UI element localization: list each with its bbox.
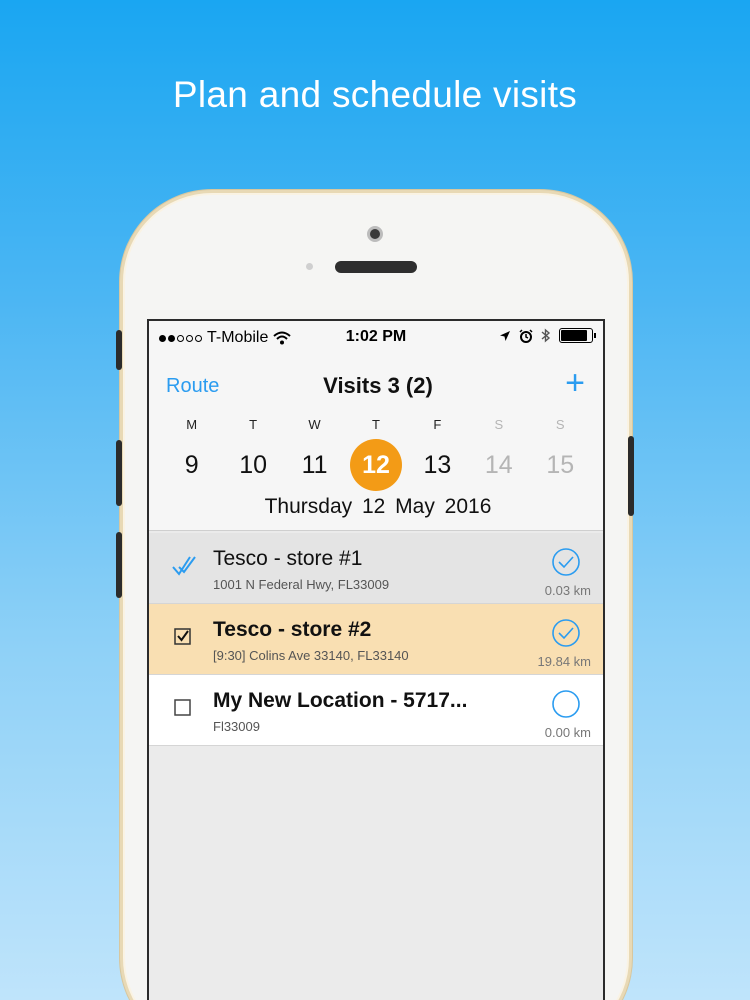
calendar-day-thu-selected[interactable]: T 12 [345,417,406,491]
calendar-day-mon[interactable]: M9 [161,417,222,491]
phone-side-button [116,330,122,370]
visit-name: Tesco - store #2 [213,618,372,641]
status-bar: T-Mobile 1:02 PM [149,321,603,353]
week-calendar: M9 T 10 W 11 T 12 F 13 S 14 S 15 [149,417,603,491]
empty-checkbox-icon[interactable] [171,695,197,721]
visit-address: [9:30] Colins Ave 33140, FL33140 [213,648,409,663]
visit-row-pending[interactable]: My New Location - 5717... Fl33009 0.00 k… [149,675,603,746]
day-number: 9 [184,451,199,479]
day-label: S [494,417,504,432]
calendar-day-wed[interactable]: W 11 [284,417,345,491]
phone-volume-up [116,440,122,506]
visit-row-active[interactable]: Tesco - store #2 [9:30] Colins Ave 33140… [149,604,603,675]
checked-checkbox-icon[interactable] [171,624,197,650]
visit-name: My New Location - 5717... [213,689,468,712]
visit-distance: 0.00 km [544,725,591,740]
day-label: T [249,417,258,432]
visit-list: Tesco - store #1 1001 N Federal Hwy, FL3… [149,533,603,746]
location-arrow-icon [500,330,510,341]
day-number: 13 [423,451,452,479]
visit-name: Tesco - store #1 [213,547,363,570]
calendar-day-sat[interactable]: S 14 [468,417,529,491]
day-label: S [555,417,565,432]
empty-circle-icon[interactable] [551,689,581,719]
day-label: M [186,417,198,432]
visit-distance: 0.03 km [544,583,591,598]
visit-distance: 19.84 km [537,654,591,669]
day-number: 12 [349,439,402,491]
navigation-bar: Route Visits 3 (2) + [149,365,603,405]
double-check-icon [172,556,196,576]
app-screen: T-Mobile 1:02 PM Route Visits 3 (2) + M9 [147,319,605,1000]
day-number: 10 [239,451,268,479]
alarm-icon [519,328,533,343]
visit-address: 1001 N Federal Hwy, FL33009 [213,577,390,592]
day-label: F [433,417,442,432]
visit-row-completed[interactable]: Tesco - store #1 1001 N Federal Hwy, FL3… [149,533,603,604]
day-label: W [308,417,321,432]
front-camera [367,226,383,242]
add-visit-button[interactable]: + [565,365,585,401]
header-panel: T-Mobile 1:02 PM Route Visits 3 (2) + M9 [149,321,603,531]
battery-icon [559,328,596,343]
bluetooth-icon [541,328,551,343]
checked-circle-icon[interactable] [551,618,581,648]
earpiece-speaker [335,261,417,273]
phone-power-button [628,436,634,516]
phone-volume-down [116,532,122,598]
selected-date-label: Thursday 12 May 2016 [264,495,492,518]
proximity-sensor [306,263,313,270]
checked-circle-icon[interactable] [551,547,581,577]
day-number: 14 [484,451,513,479]
day-label: T [372,417,380,432]
calendar-day-tue[interactable]: T 10 [222,417,283,491]
headline: Plan and schedule visits [172,74,578,115]
page-title: Visits 3 (2) [323,373,433,398]
calendar-day-sun[interactable]: S 15 [530,417,591,491]
day-number: 11 [301,451,328,479]
calendar-day-fri[interactable]: F 13 [407,417,468,491]
visit-address: Fl33009 [213,719,260,734]
day-number: 15 [546,451,575,479]
